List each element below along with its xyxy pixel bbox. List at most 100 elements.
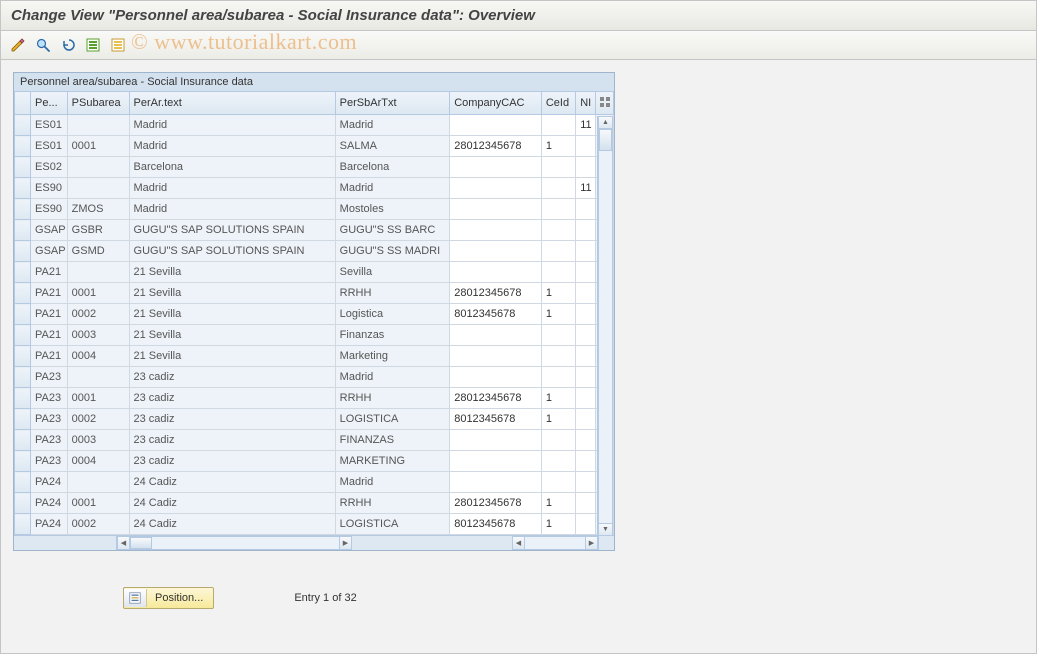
col-psubarea[interactable]: PSubarea: [67, 92, 129, 115]
vertical-scrollbar[interactable]: ▲ ▼: [597, 116, 613, 536]
cell-ceid[interactable]: [541, 472, 575, 493]
undo-button[interactable]: [57, 35, 79, 55]
cell-ceid[interactable]: [541, 346, 575, 367]
cell-ni[interactable]: [576, 157, 595, 178]
table-row[interactable]: PA23000123 cadizRRHH280123456781: [15, 388, 614, 409]
cell-ceid[interactable]: 1: [541, 136, 575, 157]
cell-ni[interactable]: [576, 346, 595, 367]
row-selector[interactable]: [15, 514, 31, 535]
cell-ni[interactable]: [576, 409, 595, 430]
table-row[interactable]: ES02BarcelonaBarcelona: [15, 157, 614, 178]
table-row[interactable]: PA2323 cadizMadrid: [15, 367, 614, 388]
toggle-display-change-button[interactable]: [7, 35, 29, 55]
row-selector[interactable]: [15, 115, 31, 136]
row-selector[interactable]: [15, 136, 31, 157]
cell-cac[interactable]: [450, 472, 542, 493]
hscroll-track[interactable]: [130, 536, 339, 550]
row-selector[interactable]: [15, 430, 31, 451]
cell-ni[interactable]: [576, 136, 595, 157]
cell-ni[interactable]: [576, 283, 595, 304]
row-selector[interactable]: [15, 304, 31, 325]
cell-ni[interactable]: [576, 514, 595, 535]
cell-ni[interactable]: 11: [576, 178, 595, 199]
hscroll-thumb[interactable]: [130, 537, 152, 549]
row-selector[interactable]: [15, 283, 31, 304]
table-row[interactable]: PA21000321 SevillaFinanzas: [15, 325, 614, 346]
cell-cac[interactable]: 28012345678: [450, 283, 542, 304]
row-selector[interactable]: [15, 157, 31, 178]
scroll-up-button[interactable]: ▲: [598, 116, 613, 129]
table-config-button[interactable]: [595, 92, 613, 115]
table-row[interactable]: PA23000223 cadizLOGISTICA80123456781: [15, 409, 614, 430]
scroll-thumb[interactable]: [599, 129, 612, 151]
cell-cac[interactable]: [450, 430, 542, 451]
scroll-left-button[interactable]: ◀: [117, 536, 130, 550]
row-selector[interactable]: [15, 325, 31, 346]
details-button[interactable]: [32, 35, 54, 55]
col-company-cac[interactable]: CompanyCAC: [450, 92, 542, 115]
cell-cac[interactable]: [450, 325, 542, 346]
cell-ni[interactable]: [576, 241, 595, 262]
cell-ceid[interactable]: [541, 199, 575, 220]
cell-ceid[interactable]: [541, 157, 575, 178]
cell-ni[interactable]: [576, 430, 595, 451]
select-all-button[interactable]: [82, 35, 104, 55]
cell-ceid[interactable]: [541, 367, 575, 388]
cell-cac[interactable]: [450, 220, 542, 241]
table-row[interactable]: PA24000224 CadizLOGISTICA80123456781: [15, 514, 614, 535]
cell-ni[interactable]: [576, 367, 595, 388]
cell-cac[interactable]: 8012345678: [450, 409, 542, 430]
row-selector[interactable]: [15, 472, 31, 493]
table-row[interactable]: ES010001MadridSALMA280123456781: [15, 136, 614, 157]
cell-cac[interactable]: [450, 451, 542, 472]
cell-cac[interactable]: [450, 346, 542, 367]
row-selector[interactable]: [15, 367, 31, 388]
table-row[interactable]: ES90MadridMadrid11: [15, 178, 614, 199]
cell-cac[interactable]: 28012345678: [450, 136, 542, 157]
col-select[interactable]: [15, 92, 31, 115]
cell-ceid[interactable]: 1: [541, 409, 575, 430]
cell-ceid[interactable]: [541, 241, 575, 262]
table-row[interactable]: PA23000423 cadizMARKETING: [15, 451, 614, 472]
col-ni[interactable]: NI: [576, 92, 595, 115]
cell-ceid[interactable]: [541, 325, 575, 346]
cell-ni[interactable]: [576, 325, 595, 346]
cell-cac[interactable]: [450, 115, 542, 136]
cell-cac[interactable]: 28012345678: [450, 388, 542, 409]
table-row[interactable]: PA23000323 cadizFINANZAS: [15, 430, 614, 451]
table-row[interactable]: PA2424 CadizMadrid: [15, 472, 614, 493]
horizontal-scrollbar[interactable]: ◀ ▶ ◀ ▶: [14, 535, 614, 550]
scroll-right-button[interactable]: ▶: [339, 536, 352, 550]
cell-ceid[interactable]: 1: [541, 493, 575, 514]
scroll-left-button-2[interactable]: ◀: [512, 536, 525, 550]
cell-ceid[interactable]: 1: [541, 304, 575, 325]
row-selector[interactable]: [15, 178, 31, 199]
cell-ceid[interactable]: 1: [541, 283, 575, 304]
col-pe[interactable]: Pe...: [31, 92, 68, 115]
cell-cac[interactable]: [450, 178, 542, 199]
cell-cac[interactable]: [450, 262, 542, 283]
cell-ceid[interactable]: 1: [541, 388, 575, 409]
row-selector[interactable]: [15, 409, 31, 430]
row-selector[interactable]: [15, 262, 31, 283]
table-row[interactable]: PA21000121 SevillaRRHH280123456781: [15, 283, 614, 304]
position-button[interactable]: Position...: [123, 587, 214, 609]
table-row[interactable]: PA24000124 CadizRRHH280123456781: [15, 493, 614, 514]
row-selector[interactable]: [15, 493, 31, 514]
cell-ceid[interactable]: [541, 451, 575, 472]
hscroll-track-2[interactable]: [525, 536, 585, 550]
cell-cac[interactable]: 28012345678: [450, 493, 542, 514]
cell-ni[interactable]: [576, 304, 595, 325]
cell-cac[interactable]: 8012345678: [450, 514, 542, 535]
col-perar-text[interactable]: PerAr.text: [129, 92, 335, 115]
cell-ni[interactable]: [576, 472, 595, 493]
table-row[interactable]: ES01MadridMadrid11: [15, 115, 614, 136]
table-row[interactable]: ES90ZMOSMadridMostoles: [15, 199, 614, 220]
table-row[interactable]: GSAPGSBRGUGU"S SAP SOLUTIONS SPAINGUGU"S…: [15, 220, 614, 241]
cell-ceid[interactable]: [541, 262, 575, 283]
row-selector[interactable]: [15, 199, 31, 220]
table-row[interactable]: PA21000221 SevillaLogistica80123456781: [15, 304, 614, 325]
row-selector[interactable]: [15, 388, 31, 409]
scroll-track[interactable]: [598, 129, 613, 523]
col-persbar-txt[interactable]: PerSbArTxt: [335, 92, 450, 115]
